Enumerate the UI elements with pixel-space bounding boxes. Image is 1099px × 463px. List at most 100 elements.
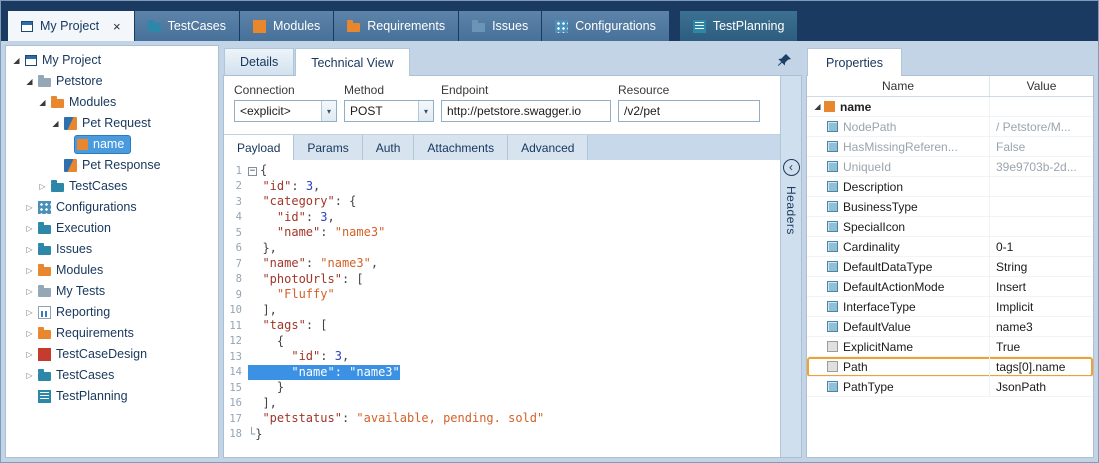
editor-line[interactable]: 14 "name": "name3" [224, 365, 780, 381]
property-row-defaultactionmode[interactable]: DefaultActionModeInsert [807, 277, 1093, 297]
collapse-arrow-icon[interactable]: ◢ [49, 120, 62, 128]
property-row-defaultdatatype[interactable]: DefaultDataTypeString [807, 257, 1093, 277]
property-value[interactable]: name3 [989, 317, 1093, 337]
editor-line[interactable]: 4 "id": 3, [224, 210, 780, 226]
property-value[interactable] [989, 217, 1093, 237]
endpoint-input[interactable]: http://petstore.swagger.io [441, 100, 611, 122]
collapse-headers-button[interactable]: ‹ [783, 159, 800, 176]
tree-item-testcasedesign[interactable]: ▷TestCaseDesign [6, 344, 218, 365]
property-value[interactable]: tags[0].name [989, 357, 1093, 377]
collapse-arrow-icon[interactable]: ◢ [36, 99, 49, 107]
editor-line[interactable]: 18└} [224, 427, 780, 443]
expand-arrow-icon[interactable]: ▷ [36, 183, 49, 191]
chevron-down-icon[interactable]: ▾ [418, 101, 433, 121]
window-tab-testplanning[interactable]: TestPlanning [680, 11, 798, 41]
expand-arrow-icon[interactable]: ▷ [23, 330, 36, 338]
expand-arrow-icon[interactable]: ▷ [23, 246, 36, 254]
tab-properties[interactable]: Properties [807, 48, 902, 76]
editor-line[interactable]: 11 "tags": [ [224, 318, 780, 334]
property-row-description[interactable]: Description [807, 177, 1093, 197]
tree-item-testcases[interactable]: ▷TestCases [6, 365, 218, 386]
tree-item-petstore[interactable]: ◢Petstore [6, 71, 218, 92]
method-select[interactable]: POST ▾ [344, 100, 434, 122]
tree-item-modules[interactable]: ▷Modules [6, 260, 218, 281]
property-value[interactable] [989, 197, 1093, 217]
window-tab-modules[interactable]: Modules [240, 11, 333, 41]
property-row-interfacetype[interactable]: InterfaceTypeImplicit [807, 297, 1093, 317]
editor-line[interactable]: 15 } [224, 380, 780, 396]
property-value[interactable] [989, 97, 1093, 117]
expand-arrow-icon[interactable]: ▷ [23, 225, 36, 233]
window-tab-configurations[interactable]: Configurations [542, 11, 669, 41]
detail-tab-technical-view[interactable]: Technical View [295, 48, 409, 76]
property-value[interactable]: 39e9703b-2d... [989, 157, 1093, 177]
property-value[interactable]: JsonPath [989, 377, 1093, 397]
property-row-pathtype[interactable]: PathTypeJsonPath [807, 377, 1093, 397]
property-value[interactable]: 0-1 [989, 237, 1093, 257]
expand-arrow-icon[interactable]: ▷ [23, 372, 36, 380]
close-tab-icon[interactable]: × [113, 20, 121, 33]
editor-line[interactable]: 8 "photoUrls": [ [224, 272, 780, 288]
property-value[interactable]: Insert [989, 277, 1093, 297]
chevron-down-icon[interactable]: ▾ [321, 101, 336, 121]
editor-line[interactable]: 3 "category": { [224, 194, 780, 210]
collapse-arrow-icon[interactable]: ◢ [23, 78, 36, 86]
property-row-specialicon[interactable]: SpecialIcon [807, 217, 1093, 237]
property-value[interactable]: True [989, 337, 1093, 357]
expand-arrow-icon[interactable]: ▷ [23, 267, 36, 275]
tree-item-execution[interactable]: ▷Execution [6, 218, 218, 239]
tree-item-testplanning[interactable]: TestPlanning [6, 386, 218, 407]
tree-item-name[interactable]: name [6, 134, 218, 155]
editor-line[interactable]: 5 "name": "name3" [224, 225, 780, 241]
property-row-path[interactable]: Pathtags[0].name [807, 357, 1093, 377]
payload-tab-advanced[interactable]: Advanced [508, 135, 588, 160]
expand-arrow-icon[interactable]: ▷ [23, 204, 36, 212]
tree-item-modules[interactable]: ◢Modules [6, 92, 218, 113]
editor-line[interactable]: 12 { [224, 334, 780, 350]
connection-select[interactable]: <explicit> ▾ [234, 100, 337, 122]
editor-line[interactable]: 7 "name": "name3", [224, 256, 780, 272]
editor-line[interactable]: 10 ], [224, 303, 780, 319]
collapse-arrow-icon[interactable]: ◢ [10, 57, 23, 65]
collapse-arrow-icon[interactable]: ◢ [811, 103, 824, 111]
detail-tab-details[interactable]: Details [224, 48, 294, 75]
editor-line[interactable]: 17 "petstatus": "available, pending. sol… [224, 411, 780, 427]
expand-arrow-icon[interactable]: ▷ [23, 288, 36, 296]
resource-input[interactable]: /v2/pet [618, 100, 760, 122]
property-row-nodepath[interactable]: NodePath/ Petstore/M... [807, 117, 1093, 137]
expand-arrow-icon[interactable]: ▷ [23, 351, 36, 359]
payload-tab-auth[interactable]: Auth [363, 135, 415, 160]
tree-item-issues[interactable]: ▷Issues [6, 239, 218, 260]
tree-item-requirements[interactable]: ▷Requirements [6, 323, 218, 344]
editor-line[interactable]: 6 }, [224, 241, 780, 257]
editor-line[interactable]: 9 "Fluffy" [224, 287, 780, 303]
tree-item-testcases[interactable]: ▷TestCases [6, 176, 218, 197]
property-row-cardinality[interactable]: Cardinality0-1 [807, 237, 1093, 257]
property-value[interactable] [989, 177, 1093, 197]
fold-collapse-icon[interactable]: − [248, 167, 257, 176]
payload-tab-payload[interactable]: Payload [224, 135, 294, 160]
window-tab-my-project[interactable]: My Project× [8, 11, 134, 41]
editor-line[interactable]: 16 ], [224, 396, 780, 412]
tree-item-pet-request[interactable]: ◢Pet Request [6, 113, 218, 134]
tree-item-my-project[interactable]: ◢My Project [6, 50, 218, 71]
property-row-hasmissingreferen[interactable]: HasMissingReferen...False [807, 137, 1093, 157]
payload-tab-attachments[interactable]: Attachments [414, 135, 508, 160]
payload-tab-params[interactable]: Params [294, 135, 362, 160]
payload-editor[interactable]: 1−{2 "id": 3,3 "category": {4 "id": 3,5 … [224, 160, 780, 457]
tree-item-pet-response[interactable]: Pet Response [6, 155, 218, 176]
editor-line[interactable]: 2 "id": 3, [224, 179, 780, 195]
window-tab-requirements[interactable]: Requirements [334, 11, 458, 41]
property-row-explicitname[interactable]: ExplicitNameTrue [807, 337, 1093, 357]
tree-item-configurations[interactable]: ▷Configurations [6, 197, 218, 218]
pin-icon[interactable] [777, 53, 793, 69]
window-tab-issues[interactable]: Issues [459, 11, 541, 41]
tree-item-my-tests[interactable]: ▷My Tests [6, 281, 218, 302]
editor-line[interactable]: 13 "id": 3, [224, 349, 780, 365]
property-value[interactable]: Implicit [989, 297, 1093, 317]
property-value[interactable]: String [989, 257, 1093, 277]
tree-item-reporting[interactable]: ▷Reporting [6, 302, 218, 323]
expand-arrow-icon[interactable]: ▷ [23, 309, 36, 317]
property-row-uniqueid[interactable]: UniqueId39e9703b-2d... [807, 157, 1093, 177]
property-root-row[interactable]: ◢name [807, 97, 1093, 117]
